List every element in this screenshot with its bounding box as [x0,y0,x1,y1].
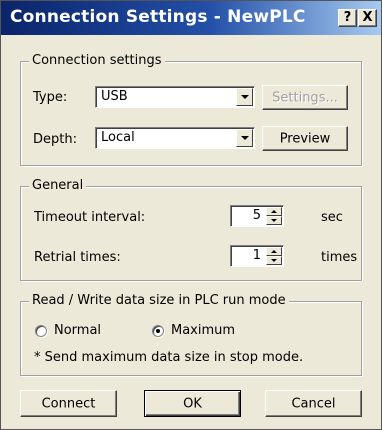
help-icon: ? [343,10,352,25]
normal-radio[interactable] [35,325,47,337]
data-size-group: Read / Write data size in PLC run mode N… [20,293,362,376]
data-size-note: * Send maximum data size in stop mode. [34,350,304,365]
preview-button-label: Preview [279,131,331,146]
depth-select[interactable]: Local [95,127,255,149]
normal-radio-label[interactable]: Normal [54,323,101,339]
close-icon: X [362,10,373,25]
retrial-value: 1 [252,248,261,263]
settings-button[interactable]: Settings... [262,85,348,110]
window-title: Connection Settings - NewPLC [10,7,306,27]
connect-button-label: Connect [41,396,96,411]
close-button[interactable]: X [358,9,377,27]
chevron-down-icon [241,95,249,99]
depth-select-value: Local [101,130,135,145]
type-select-value: USB [101,89,128,104]
retrial-increment-button[interactable] [266,247,282,256]
connect-button[interactable]: Connect [20,390,117,417]
help-button[interactable]: ? [338,9,357,27]
type-dropdown-button[interactable] [236,88,253,106]
connection-settings-group: Connection settings Type: USB Settings..… [20,53,362,166]
timeout-increment-button[interactable] [266,207,282,216]
timeout-decrement-button[interactable] [266,216,282,225]
retrial-stepper[interactable]: 1 [230,245,284,267]
timeout-stepper[interactable]: 5 [230,205,284,227]
cancel-button[interactable]: Cancel [265,390,362,417]
data-size-legend: Read / Write data size in PLC run mode [29,293,289,309]
ok-button-label: OK [183,396,202,411]
general-legend: General [29,178,87,194]
cancel-button-label: Cancel [291,396,336,411]
timeout-value: 5 [252,208,261,223]
timeout-label: Timeout interval: [34,210,146,225]
retrial-unit: times [321,250,358,265]
type-label: Type: [33,90,68,105]
general-group: General Timeout interval: 5 sec Retrial … [20,178,362,281]
type-select[interactable]: USB [95,86,255,108]
spin-down-icon [271,219,277,222]
depth-dropdown-button[interactable] [236,129,253,147]
depth-label: Depth: [33,132,77,147]
spin-up-icon [271,250,277,253]
retrial-label: Retrial times: [34,250,121,265]
maximum-radio[interactable] [152,325,164,337]
retrial-decrement-button[interactable] [266,256,282,265]
preview-button[interactable]: Preview [262,126,348,151]
connection-settings-legend: Connection settings [29,53,165,69]
connection-settings-dialog: Connection Settings - NewPLC ? X Connect… [0,0,382,430]
maximum-radio-label[interactable]: Maximum [171,323,235,339]
timeout-unit: sec [321,210,343,225]
ok-button[interactable]: OK [144,390,241,417]
chevron-down-icon [241,136,249,140]
settings-button-label: Settings... [272,90,338,105]
spin-up-icon [271,210,277,213]
spin-down-icon [271,259,277,262]
title-bar[interactable]: Connection Settings - NewPLC ? X [1,1,381,35]
